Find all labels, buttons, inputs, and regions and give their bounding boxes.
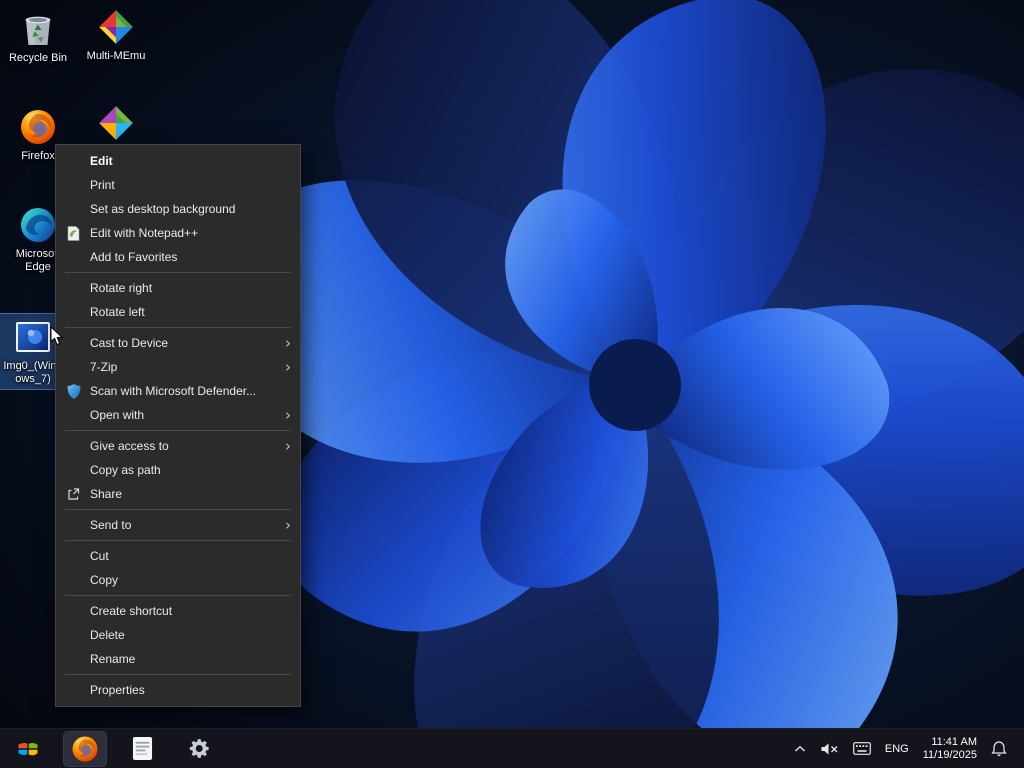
firefox-icon <box>18 107 58 147</box>
menu-item-edit[interactable]: Edit <box>56 149 300 173</box>
firefox-icon <box>72 735 98 762</box>
menu-item-label: Rename <box>90 652 136 666</box>
menu-separator <box>65 430 291 431</box>
taskbar-notepad-button[interactable] <box>120 731 164 767</box>
menu-separator <box>65 595 291 596</box>
taskbar-firefox-button[interactable] <box>63 730 107 767</box>
notepad-icon <box>132 737 152 760</box>
recycle-bin-icon <box>18 9 58 49</box>
desktop-icon-multi-memu[interactable]: Multi-MEmu <box>78 4 154 66</box>
menu-separator <box>65 272 291 273</box>
taskbar: ENG 11:41 AM 11/19/2025 <box>0 728 1024 768</box>
menu-item-label: Rotate left <box>90 305 145 319</box>
menu-item-rotate-left[interactable]: Rotate left <box>56 300 300 324</box>
taskbar-left <box>0 730 221 767</box>
menu-item-label: Cast to Device <box>90 336 169 350</box>
menu-item-delete[interactable]: Delete <box>56 623 300 647</box>
image-file-icon <box>13 317 53 357</box>
tray-clock-button[interactable]: 11:41 AM 11/19/2025 <box>918 731 982 767</box>
menu-item-7-zip[interactable]: 7-Zip › <box>56 355 300 379</box>
menu-item-label: Edit with Notepad++ <box>90 226 199 240</box>
tray-volume-button[interactable] <box>815 731 844 767</box>
menu-item-create-shortcut[interactable]: Create shortcut <box>56 599 300 623</box>
chevron-up-icon <box>794 745 805 752</box>
menu-item-label: Share <box>90 487 123 501</box>
tray-time: 11:41 AM <box>931 735 977 748</box>
desktop-icon-label: Multi-MEmu <box>86 50 146 62</box>
colorful-app-icon <box>96 103 136 143</box>
submenu-arrow-icon: › <box>285 357 291 376</box>
menu-item-open-with[interactable]: Open with › <box>56 403 300 427</box>
menu-separator <box>65 540 291 541</box>
desktop-icon-recycle-bin[interactable]: Recycle Bin <box>0 6 76 68</box>
menu-separator <box>65 509 291 510</box>
context-menu: Edit Print Set as desktop background Edi… <box>55 144 301 707</box>
tray-keyboard-button[interactable] <box>848 731 876 767</box>
menu-item-print[interactable]: Print <box>56 173 300 197</box>
menu-item-scan-with-microsoft-defender[interactable]: Scan with Microsoft Defender... <box>56 379 300 403</box>
menu-item-copy[interactable]: Copy <box>56 568 300 592</box>
menu-item-rotate-right[interactable]: Rotate right <box>56 276 300 300</box>
desktop-icon-label: Recycle Bin <box>8 52 68 64</box>
menu-item-label: Copy <box>90 573 119 587</box>
menu-item-label: Print <box>90 178 115 192</box>
system-tray: ENG 11:41 AM 11/19/2025 <box>789 731 1024 767</box>
menu-item-share[interactable]: Share <box>56 482 300 506</box>
defender-shield-icon <box>65 383 82 400</box>
share-icon <box>65 486 82 503</box>
menu-item-label: Give access to <box>90 439 169 453</box>
windows-logo-icon <box>18 742 38 755</box>
menu-item-edit-with-notepad-plus-plus[interactable]: Edit with Notepad++ <box>56 221 300 245</box>
menu-item-label: Cut <box>90 549 109 563</box>
touch-keyboard-icon <box>853 742 871 755</box>
menu-item-label: Edit <box>90 154 113 168</box>
menu-item-copy-as-path[interactable]: Copy as path <box>56 458 300 482</box>
tray-notifications-button[interactable] <box>986 731 1012 767</box>
menu-item-rename[interactable]: Rename <box>56 647 300 671</box>
menu-item-label: Scan with Microsoft Defender... <box>90 384 257 398</box>
submenu-arrow-icon: › <box>285 405 291 424</box>
menu-item-label: Rotate right <box>90 281 153 295</box>
desktop-icon-app[interactable] <box>78 100 154 149</box>
menu-item-label: Open with <box>90 408 145 422</box>
menu-item-add-to-favorites[interactable]: Add to Favorites <box>56 245 300 269</box>
desktop[interactable]: Recycle Bin Multi-MEmu Firefox Microsoft… <box>0 0 1024 728</box>
tray-language-button[interactable]: ENG <box>880 731 914 767</box>
menu-separator <box>65 674 291 675</box>
menu-item-send-to[interactable]: Send to › <box>56 513 300 537</box>
submenu-arrow-icon: › <box>285 333 291 352</box>
menu-item-label: Delete <box>90 628 125 642</box>
desktop-icon-label: Firefox <box>21 150 55 162</box>
microsoft-edge-icon <box>18 205 58 245</box>
menu-item-cast-to-device[interactable]: Cast to Device › <box>56 331 300 355</box>
menu-item-give-access-to[interactable]: Give access to › <box>56 434 300 458</box>
submenu-arrow-icon: › <box>285 515 291 534</box>
volume-muted-icon <box>821 742 838 755</box>
submenu-arrow-icon: › <box>285 436 291 455</box>
menu-item-properties[interactable]: Properties <box>56 678 300 702</box>
menu-item-label: 7-Zip <box>90 360 118 374</box>
tray-date: 11/19/2025 <box>922 748 977 761</box>
menu-item-label: Properties <box>90 683 145 697</box>
menu-item-cut[interactable]: Cut <box>56 544 300 568</box>
notification-bell-icon <box>991 741 1007 757</box>
notepad-plus-plus-icon <box>65 225 82 242</box>
multi-memu-icon <box>96 7 136 47</box>
taskbar-settings-button[interactable] <box>177 731 221 767</box>
menu-item-label: Send to <box>90 518 132 532</box>
menu-item-label: Create shortcut <box>90 604 173 618</box>
menu-item-label: Copy as path <box>90 463 161 477</box>
tray-show-hidden-icons-button[interactable] <box>789 731 811 767</box>
menu-separator <box>65 327 291 328</box>
gear-icon <box>189 739 209 758</box>
menu-item-set-as-desktop-background[interactable]: Set as desktop background <box>56 197 300 221</box>
menu-item-label: Set as desktop background <box>90 202 236 216</box>
start-button[interactable] <box>6 731 50 767</box>
menu-item-label: Add to Favorites <box>90 250 178 264</box>
